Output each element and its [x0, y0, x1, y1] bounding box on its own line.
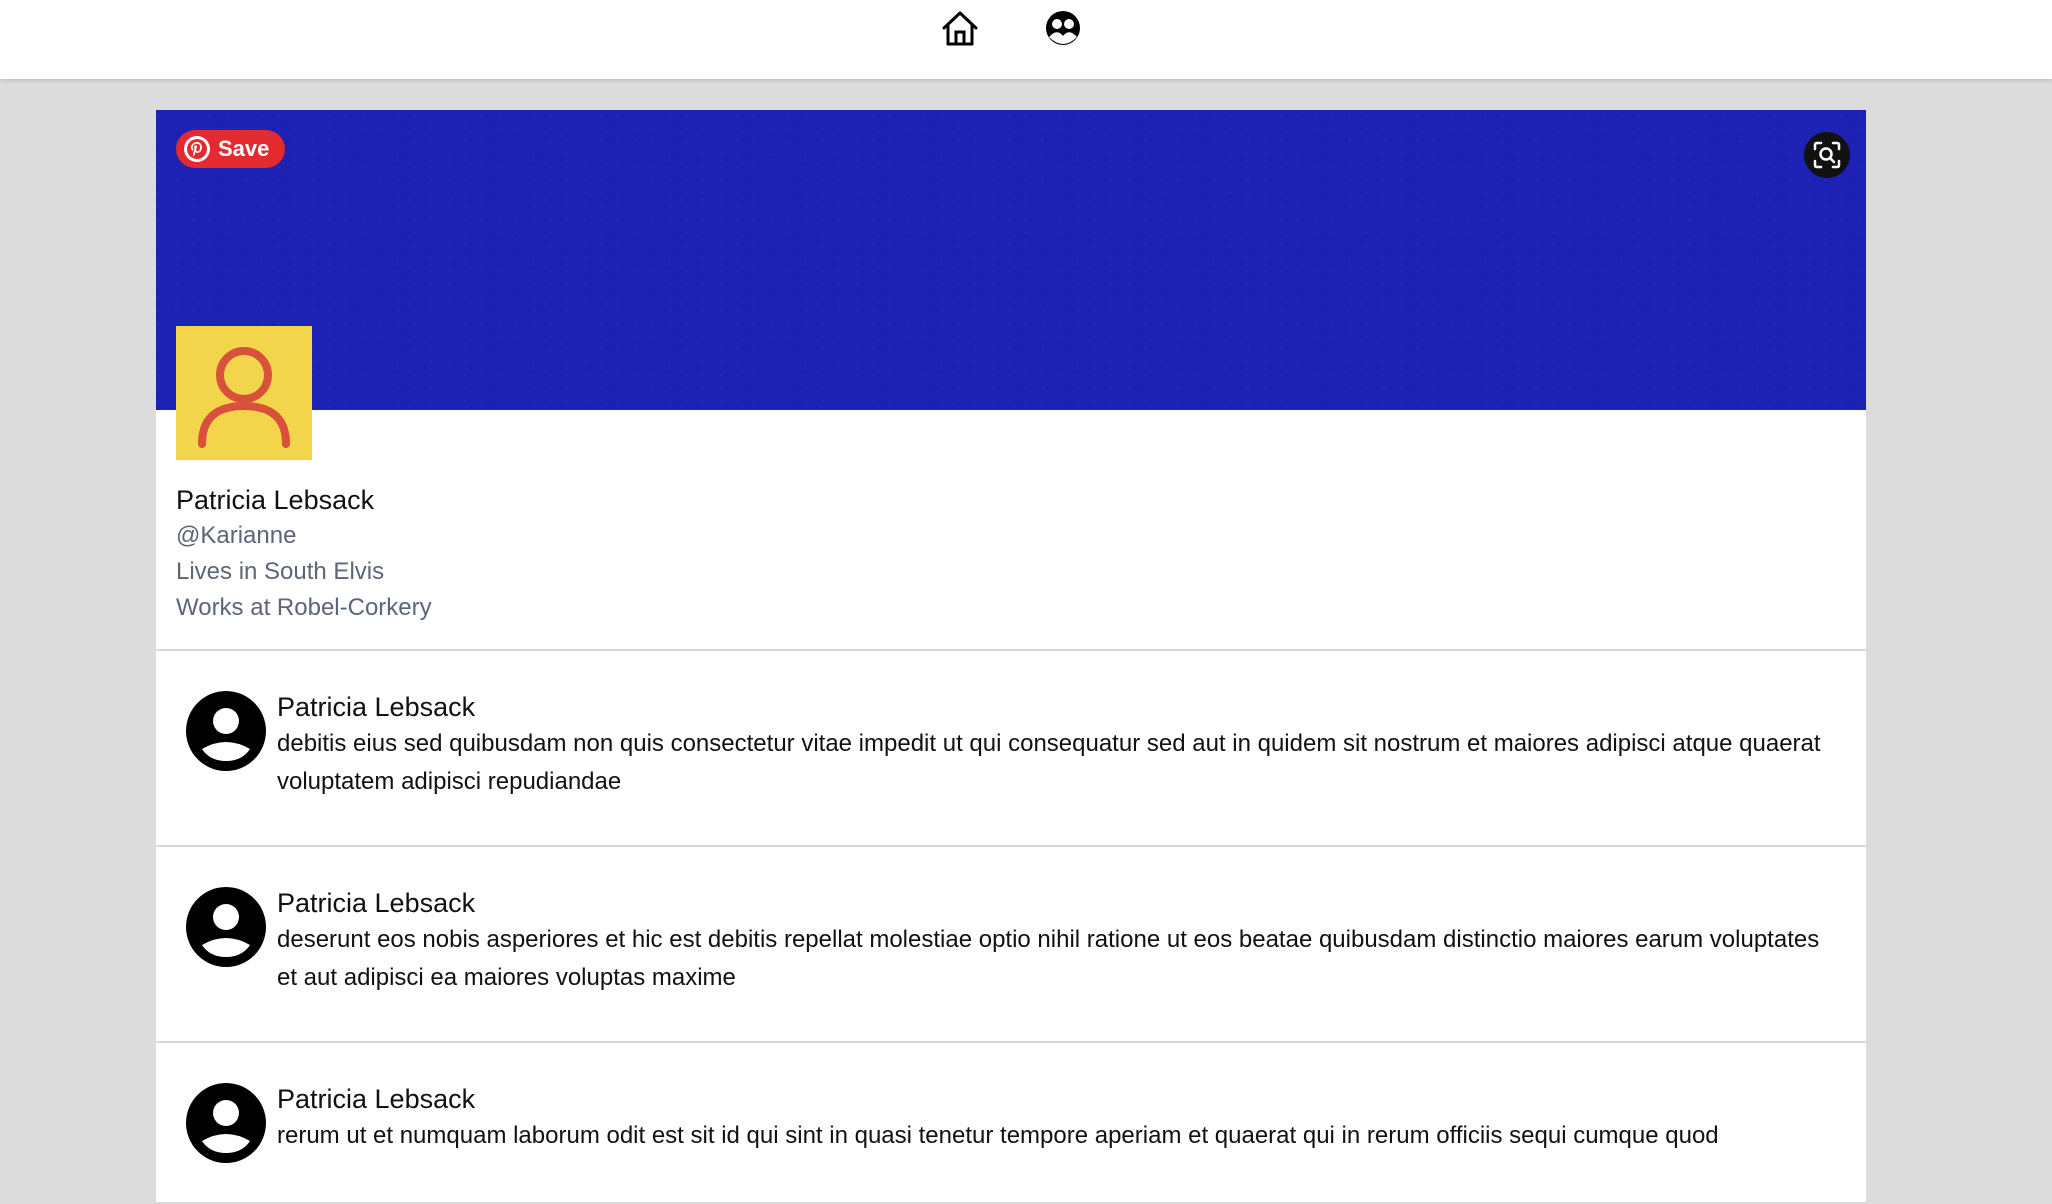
post-item[interactable]: Patricia Lebsack debitis eius sed quibus…	[156, 651, 1866, 845]
post-author[interactable]: Patricia Lebsack	[277, 1081, 1837, 1117]
profile-location: Lives in South Elvis	[176, 558, 385, 585]
people-icon[interactable]	[1040, 5, 1086, 51]
cover-photo: Save	[156, 110, 1866, 410]
post-author-avatar-icon	[186, 887, 266, 967]
profile-info: Patricia Lebsack @Karianne Lives in Sout…	[176, 482, 1076, 626]
post-author-avatar-icon	[186, 691, 266, 771]
post-author[interactable]: Patricia Lebsack	[277, 885, 1837, 921]
visual-search-icon[interactable]	[1804, 132, 1850, 178]
profile-card: Save Patricia Lebsack @Karianne Lives in…	[156, 110, 1866, 1204]
home-icon[interactable]	[937, 5, 983, 51]
top-navigation-bar	[0, 0, 2052, 79]
post-author[interactable]: Patricia Lebsack	[277, 689, 1837, 725]
post-text: debitis eius sed quibusdam non quis cons…	[277, 730, 1821, 795]
post-author-avatar-icon	[186, 1083, 266, 1163]
profile-work: Works at Robel-Corkery	[176, 594, 432, 621]
profile-handle: @Karianne	[176, 522, 297, 549]
profile-avatar[interactable]	[176, 326, 312, 460]
profile-name: Patricia Lebsack	[176, 485, 375, 515]
post-item[interactable]: Patricia Lebsack rerum ut et numquam lab…	[156, 1043, 1866, 1204]
pinterest-icon	[184, 136, 210, 162]
post-item[interactable]: Patricia Lebsack deserunt eos nobis aspe…	[156, 847, 1866, 1041]
save-label: Save	[218, 136, 270, 161]
post-text: deserunt eos nobis asperiores et hic est…	[277, 926, 1820, 991]
post-text: rerum ut et numquam laborum odit est sit…	[277, 1122, 1719, 1149]
pinterest-save-button[interactable]: Save	[176, 130, 286, 168]
